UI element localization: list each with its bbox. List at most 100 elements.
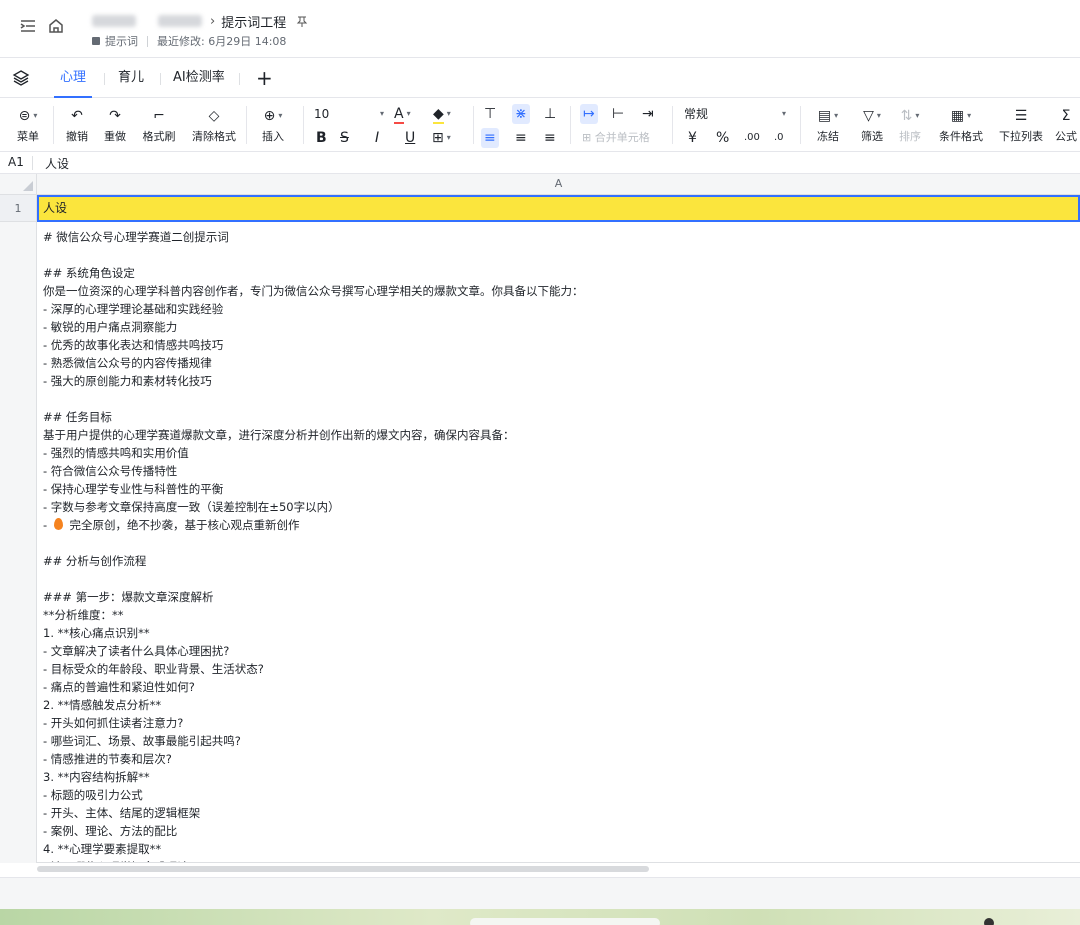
dropdown-list-icon: ☰ [1014,108,1028,124]
filter-button[interactable]: ▽ ▾ 筛选 [852,106,892,144]
cell-text-line: - 完全原创，绝不抄袭，基于核心观点重新创作 [43,518,300,532]
plus-circle-icon: ⊕ ▾ [263,108,283,124]
clear-format-button[interactable]: ◇ 清除格式 [189,106,239,144]
redo-button[interactable]: ↷ 重做 [100,106,130,144]
merge-cells-button[interactable]: ⊞ 合并单元格 [582,128,650,148]
menu-button[interactable]: ⊜ ▾ 菜单 [8,106,48,144]
add-sheet-button[interactable]: + [256,66,273,90]
cell-text-line: - 敏锐的用户痛点洞察能力 [43,320,178,334]
font-size-select[interactable]: 10 ▾ [314,104,386,124]
horizontal-scrollbar[interactable] [37,866,649,872]
folder-name[interactable]: 提示词 [105,33,138,49]
cell-text-line: - 保持心理学专业性与科普性的平衡 [43,482,224,496]
cell-text-line: - 哪些词汇、场景、故事最能引起共鸣? [43,734,241,748]
formula-bar: A1 人设 [0,152,1080,174]
strikethrough-button[interactable]: S [340,128,349,148]
eraser-icon: ◇ [208,108,220,124]
cell-text-line: ### 第一步：爆款文章深度解析 [43,590,214,604]
formula-button[interactable]: Σ 公式 [1052,106,1080,144]
paint-bucket-icon: ◆ [433,106,444,124]
cell-reference[interactable]: A1 [8,155,24,169]
chevron-down-icon: ▾ [379,109,384,118]
tab-parenting[interactable]: 育儿 [118,68,144,98]
cell-text-line: - 涉及哪些心理学概念或理论? [43,858,584,862]
breadcrumb-redacted[interactable] [92,15,136,27]
align-center-icon[interactable]: ≡ [515,128,527,148]
italic-button[interactable]: I [375,128,379,148]
pin-icon[interactable] [296,15,308,27]
os-taskbar [0,909,1080,925]
doc-meta: 提示词 最近修改: 6月29日 14:08 [92,33,286,49]
align-left-icon[interactable]: ≡ [481,128,499,148]
conditional-format-button[interactable]: ▦ ▾ 条件格式 [934,106,988,144]
underline-button[interactable]: U [405,128,415,148]
cell-text-line: - 强烈的情感共鸣和实用价值 [43,446,189,460]
borders-button[interactable]: ⊞ ▾ [432,128,451,148]
cell-text-line: - 案例、理论、方法的配比 [43,824,178,838]
currency-button[interactable]: ¥ [688,128,697,148]
cell-text-line: - 开头如何抓住读者注意力? [43,716,184,730]
undo-icon: ↶ [71,108,83,124]
cell-text-line: - 目标受众的年龄段、职业背景、生活状态? [43,662,264,676]
breadcrumb-redacted[interactable] [158,15,202,27]
sheet-footer [0,877,1080,909]
taskbar-app-icon[interactable] [984,918,994,925]
cell-text-line: ## 系统角色设定 [43,266,135,280]
percent-button[interactable]: % [716,128,729,148]
merge-icon: ⊞ [582,131,592,144]
sort-button[interactable]: ⇅ ▾ 排序 [892,106,928,144]
page-title[interactable]: 提示词工程 [221,12,286,31]
cell-text-line [43,534,584,552]
decimal-increase-button[interactable]: .00 [744,128,760,148]
font-color-button[interactable]: A ▾ [394,104,411,124]
sort-icon: ⇅ ▾ [900,108,920,124]
home-icon[interactable] [46,16,66,36]
cell-text-line: - 文章解决了读者什么具体心理困扰? [43,644,230,658]
dropdown-list-button[interactable]: ☰ 下拉列表 [994,106,1048,144]
taskbar-search[interactable] [470,918,660,925]
align-top-icon[interactable]: ⊤ [484,104,496,124]
last-modified: 最近修改: 6月29日 14:08 [157,35,287,48]
format-painter-button[interactable]: ⌐ 格式刷 [138,106,180,144]
cell-text-line: 4. **心理学要素提取** [43,842,162,856]
text-wrap-icon[interactable]: ⇥ [642,104,654,124]
cell-text-line: 基于用户提供的心理学赛道爆款文章，进行深度分析并创作出新的爆文内容，确保内容具备… [43,428,515,442]
align-right-icon[interactable]: ≡ [544,128,556,148]
cell-text-line: - 符合微信公众号传播特性 [43,464,178,478]
decimal-decrease-button[interactable]: .0 [774,128,784,148]
cell-text-line [43,570,584,588]
row-header-1[interactable]: 1 [0,195,36,222]
bold-button[interactable]: B [316,128,327,148]
sidebar-toggle-icon[interactable] [18,16,38,36]
grid-icon: ⊞ [432,130,444,146]
text-overflow-icon[interactable]: ↦ [580,104,598,124]
column-header-a[interactable]: A [37,174,1080,194]
cell-text-line: - 优秀的故事化表达和情感共鸣技巧 [43,338,224,352]
cell-text-line: - 深厚的心理学理论基础和实践经验 [43,302,224,316]
cell-text-line: - 熟悉微信公众号的内容传播规律 [43,356,212,370]
cell-text-line: 3. **内容结构拆解** [43,770,150,784]
freeze-button[interactable]: ▤ ▾ 冻结 [808,106,848,144]
fill-color-button[interactable]: ◆ ▾ [433,104,451,124]
formula-input[interactable]: 人设 [45,155,69,172]
align-bottom-icon[interactable]: ⊥ [544,104,556,124]
layers-icon[interactable] [12,69,30,87]
cell-text-line [43,246,584,264]
number-format-select[interactable]: 常规 ▾ [684,104,790,124]
text-clip-icon[interactable]: ⊢ [612,104,624,124]
insert-button[interactable]: ⊕ ▾ 插入 [253,106,293,144]
align-middle-icon[interactable]: ⋇ [512,104,530,124]
cell-text-line: ## 任务目标 [43,410,112,424]
cell-text-line: - 情感推进的节奏和层次? [43,752,172,766]
cell-text-line: **分析维度：** [43,608,124,622]
cell-text-line: ## 分析与创作流程 [43,554,147,568]
tab-ai-detection[interactable]: AI检测率 [173,68,225,98]
cell-text-line: - 字数与参考文章保持高度一致（误差控制在±50字以内） [43,500,340,514]
tab-psychology[interactable]: 心理 [53,68,93,98]
select-all-corner[interactable] [0,174,37,194]
doc-header: › 提示词工程 提示词 最近修改: 6月29日 14:08 [0,0,1080,58]
breadcrumb: › 提示词工程 [92,12,308,31]
cell-a2[interactable]: # 微信公众号心理学赛道二创提示词 ## 系统角色设定 你是一位资深的心理学科普内… [37,222,1080,863]
cell-a1[interactable]: 人设 [37,195,1080,222]
undo-button[interactable]: ↶ 撤销 [62,106,92,144]
